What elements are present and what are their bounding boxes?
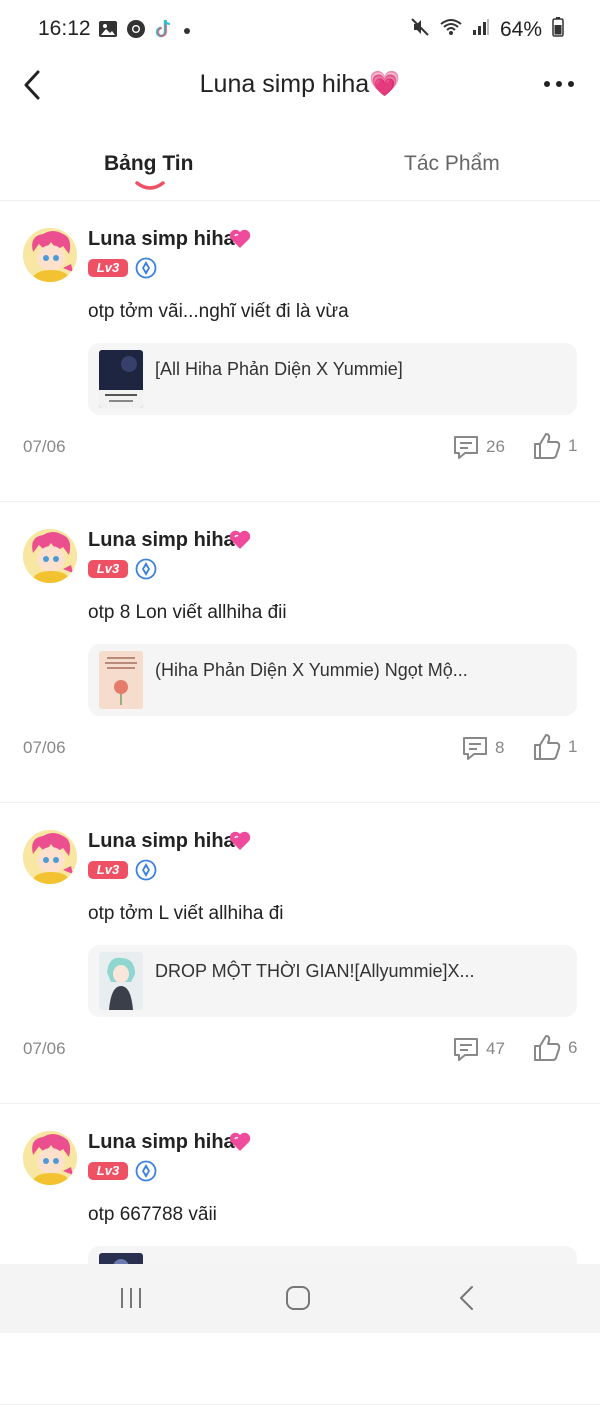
- post-item[interactable]: Luna simp hiha Lv3 otp 667788 vãii: [0, 1104, 600, 1405]
- signal-icon: [472, 18, 490, 42]
- tab-works[interactable]: Tác Phẩm: [404, 152, 500, 176]
- post-text: otp 667788 vãii: [88, 1204, 217, 1225]
- page-title: Luna simp hiha💗: [0, 70, 600, 99]
- heart-icon: [229, 530, 251, 549]
- comment-icon: [463, 737, 487, 760]
- book-card[interactable]: (Hiha Phản Diện X Yummie) Ngọt Mộ...: [88, 644, 577, 716]
- book-cover: [99, 952, 143, 1010]
- like-count: 1: [568, 436, 578, 455]
- level-badge: Lv3: [88, 560, 128, 578]
- post-item[interactable]: Luna simp hiha Lv3 otp 8 Lon viết allhih…: [0, 502, 600, 803]
- post-item[interactable]: Luna simp hiha Lv3 otp tởm vãi...nghĩ vi…: [0, 201, 600, 502]
- thumbs-up-icon: [534, 734, 561, 760]
- home-icon: [286, 1286, 310, 1310]
- recents-button[interactable]: [118, 1285, 144, 1316]
- like-button[interactable]: 6: [532, 1033, 577, 1063]
- like-count: 1: [568, 737, 578, 756]
- post-date: 07/06: [23, 738, 66, 757]
- heart-emoji: 💗: [369, 70, 401, 98]
- verified-icon: [135, 1160, 157, 1182]
- username[interactable]: Luna simp hiha: [88, 830, 235, 853]
- more-options-button[interactable]: [542, 74, 576, 94]
- chevron-left-icon: [460, 1286, 473, 1310]
- verified-icon: [135, 257, 157, 279]
- tiktok-icon: [154, 18, 174, 45]
- home-button[interactable]: [285, 1285, 311, 1316]
- comment-count: 26: [486, 437, 505, 456]
- comment-count: 8: [495, 738, 505, 757]
- book-title: [All Hiha Phản Diện X Yummie]: [155, 359, 403, 379]
- avatar[interactable]: [23, 830, 77, 884]
- avatar[interactable]: [23, 228, 77, 282]
- book-title: DROP MỘT THỜI GIAN![Allyummie]X...: [155, 961, 475, 981]
- post-text: otp tởm L viết allhiha đi: [88, 903, 284, 924]
- comment-button[interactable]: 26: [452, 433, 505, 461]
- gallery-icon: [98, 19, 118, 44]
- recents-icon: [121, 1288, 141, 1308]
- avatar[interactable]: [23, 1131, 77, 1185]
- status-bar: 16:12 64%: [0, 0, 600, 60]
- level-badge: Lv3: [88, 861, 128, 879]
- comment-count: 47: [486, 1039, 505, 1058]
- level-badge: Lv3: [88, 1162, 128, 1180]
- more-icon: [544, 81, 574, 87]
- comment-icon: [454, 1038, 478, 1061]
- heart-icon: [229, 1132, 251, 1151]
- chrome-icon: [126, 19, 146, 44]
- app-header: Luna simp hiha💗: [0, 60, 600, 110]
- post-item[interactable]: Luna simp hiha Lv3 otp tởm L viết allhih…: [0, 803, 600, 1104]
- post-text: otp 8 Lon viết allhiha đii: [88, 602, 287, 623]
- status-time: 16:12: [38, 17, 91, 40]
- heart-icon: [229, 831, 251, 850]
- system-back-button[interactable]: [456, 1284, 478, 1317]
- tab-active-indicator: [135, 181, 165, 190]
- book-card[interactable]: DROP MỘT THỜI GIAN![Allyummie]X...: [88, 945, 577, 1017]
- thumbs-up-icon: [534, 433, 561, 459]
- post-date: 07/06: [23, 1039, 66, 1058]
- dot-icon: [182, 23, 192, 41]
- wifi-icon: [440, 18, 462, 42]
- comment-button[interactable]: 47: [452, 1035, 505, 1063]
- verified-icon: [135, 558, 157, 580]
- battery-percent: 64%: [499, 18, 542, 41]
- verified-icon: [135, 859, 157, 881]
- book-cover: [99, 350, 143, 408]
- thumbs-up-icon: [534, 1035, 561, 1061]
- avatar[interactable]: [23, 529, 77, 583]
- battery-icon: [552, 17, 564, 43]
- system-nav-bar: [0, 1264, 600, 1333]
- post-date: 07/06: [23, 437, 66, 456]
- tab-bar: Bảng Tin Tác Phẩm: [0, 140, 600, 200]
- page-title-text: Luna simp hiha: [199, 70, 370, 98]
- username[interactable]: Luna simp hiha: [88, 1131, 235, 1154]
- book-card[interactable]: [All Hiha Phản Diện X Yummie]: [88, 343, 577, 415]
- heart-icon: [229, 229, 251, 248]
- book-title: (Hiha Phản Diện X Yummie) Ngọt Mộ...: [155, 660, 468, 680]
- level-badge: Lv3: [88, 259, 128, 277]
- like-button[interactable]: 1: [532, 732, 577, 762]
- comment-button[interactable]: 8: [461, 734, 504, 762]
- like-count: 6: [568, 1038, 578, 1057]
- tab-feed[interactable]: Bảng Tin: [104, 152, 193, 176]
- like-button[interactable]: 1: [532, 431, 577, 461]
- feed-list: Luna simp hiha Lv3 otp tởm vãi...nghĩ vi…: [0, 201, 600, 1405]
- username[interactable]: Luna simp hiha: [88, 529, 235, 552]
- post-text: otp tởm vãi...nghĩ viết đi là vừa: [88, 301, 349, 322]
- comment-icon: [454, 436, 478, 459]
- book-cover: [99, 651, 143, 709]
- username[interactable]: Luna simp hiha: [88, 228, 235, 251]
- mute-icon: [410, 17, 430, 43]
